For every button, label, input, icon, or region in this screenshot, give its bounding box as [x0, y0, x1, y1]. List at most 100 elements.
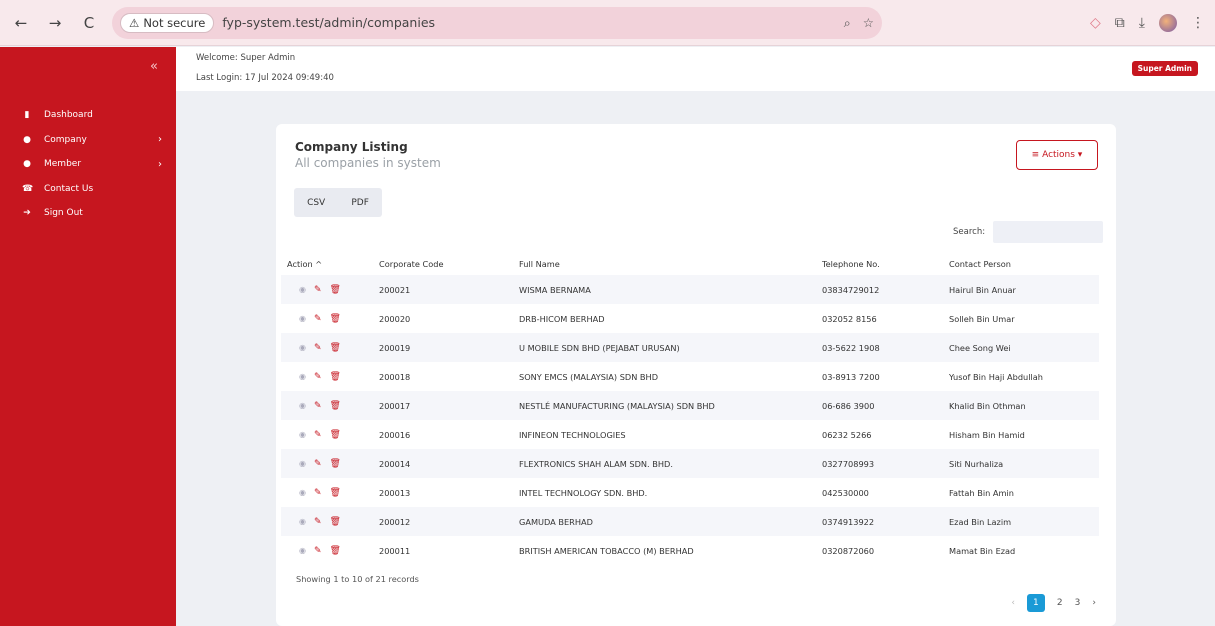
delete-icon[interactable]: 🗑 [330, 430, 341, 440]
full-name-cell: DRB-HICOM BERHAD [519, 313, 605, 324]
zoom-icon[interactable]: ⌕ [844, 15, 851, 31]
back-button[interactable]: ← [10, 12, 32, 34]
column-header-full-name[interactable]: Full Name [519, 252, 822, 275]
edit-icon[interactable]: ✎ [314, 517, 322, 527]
contact-person-cell: Siti Nurhaliza [949, 458, 1004, 469]
sidebar-item-company[interactable]: ● Company › [0, 128, 176, 153]
telephone-cell: 0320872060 [822, 545, 875, 556]
page-button-3[interactable]: 3 [1075, 598, 1081, 608]
view-icon[interactable]: ◉ [299, 343, 306, 352]
delete-icon[interactable]: 🗑 [330, 285, 341, 295]
corporate-code-cell: 200018 [379, 371, 411, 382]
delete-icon[interactable]: 🗑 [330, 314, 341, 324]
view-icon[interactable]: ◉ [299, 459, 306, 468]
full-name-cell: FLEXTRONICS SHAH ALAM SDN. BHD. [519, 458, 673, 469]
row-actions: ◉ ✎ 🗑 [281, 362, 379, 391]
download-icon[interactable]: ⤓ [1139, 15, 1145, 31]
sidebar: « ▮ Dashboard ● Company › ● Member › ☎ C… [0, 47, 176, 626]
edit-icon[interactable]: ✎ [314, 459, 322, 469]
sidebar-item-dashboard[interactable]: ▮ Dashboard [0, 103, 176, 128]
delete-icon[interactable]: 🗑 [330, 401, 341, 411]
full-name-cell: INTEL TECHNOLOGY SDN. BHD. [519, 487, 648, 498]
chevron-right-icon: › [158, 134, 162, 146]
corporate-code-cell: 200011 [379, 545, 411, 556]
extensions-puzzle-icon[interactable]: ⧉ [1115, 15, 1125, 31]
users-icon: ● [23, 134, 31, 145]
extension-diamond-icon[interactable]: ◇ [1090, 15, 1101, 31]
view-icon[interactable]: ◉ [299, 372, 306, 381]
reload-button[interactable]: C [78, 12, 100, 34]
telephone-cell: 0327708993 [822, 458, 875, 469]
pagination: ‹ 1 2 3 › [1011, 594, 1096, 612]
column-header-telephone[interactable]: Telephone No. [822, 252, 949, 275]
contact-person-cell: Yusof Bin Haji Abdullah [949, 371, 1043, 382]
view-icon[interactable]: ◉ [299, 285, 306, 294]
view-icon[interactable]: ◉ [299, 401, 306, 410]
delete-icon[interactable]: 🗑 [330, 488, 341, 498]
sidebar-item-sign-out[interactable]: ➔ Sign Out [0, 201, 176, 226]
edit-icon[interactable]: ✎ [314, 285, 322, 295]
sign-out-icon: ➔ [23, 208, 31, 219]
column-header-corporate-code[interactable]: Corporate Code [379, 252, 519, 275]
csv-export-button[interactable]: CSV [307, 198, 325, 208]
next-page-button[interactable]: › [1092, 598, 1096, 608]
prev-page-button[interactable]: ‹ [1011, 598, 1015, 608]
card-subtitle: All companies in system [295, 156, 441, 170]
delete-icon[interactable]: 🗑 [330, 517, 341, 527]
view-icon[interactable]: ◉ [299, 517, 306, 526]
telephone-cell: 06-686 3900 [822, 400, 875, 411]
not-secure-chip[interactable]: ⚠ Not secure [120, 12, 215, 33]
forward-button[interactable]: → [44, 12, 66, 34]
edit-icon[interactable]: ✎ [314, 430, 322, 440]
edit-icon[interactable]: ✎ [314, 314, 322, 324]
profile-avatar[interactable] [1159, 13, 1177, 32]
company-table: Action ^ Corporate Code Full Name Teleph… [281, 252, 1099, 565]
table-row: ◉ ✎ 🗑 200019 U MOBILE SDN BHD (PEJABAT URUSA… [281, 333, 1099, 362]
pdf-export-button[interactable]: PDF [351, 198, 369, 208]
last-login-text: Last Login: 17 Jul 2024 09:49:40 [196, 73, 334, 83]
row-actions: ◉ ✎ 🗑 [281, 420, 379, 449]
edit-icon[interactable]: ✎ [314, 343, 322, 353]
edit-icon[interactable]: ✎ [314, 488, 322, 498]
page-button-1[interactable]: 1 [1026, 594, 1045, 612]
edit-icon[interactable]: ✎ [314, 372, 322, 382]
delete-icon[interactable]: 🗑 [330, 459, 341, 469]
sidebar-item-contact-us[interactable]: ☎ Contact Us [0, 177, 176, 202]
corporate-code-cell: 200013 [379, 487, 411, 498]
table-info: Showing 1 to 10 of 21 records [296, 574, 419, 584]
view-icon[interactable]: ◉ [299, 314, 306, 323]
bookmark-star-icon[interactable]: ☆ [863, 15, 874, 31]
telephone-cell: 03-8913 7200 [822, 371, 880, 382]
row-actions: ◉ ✎ 🗑 [281, 304, 379, 333]
sidebar-item-member[interactable]: ● Member › [0, 152, 176, 177]
address-bar[interactable]: ⚠ Not secure fyp-system.test/admin/compa… [112, 6, 882, 39]
edit-icon[interactable]: ✎ [314, 546, 322, 556]
phone-icon: ☎ [22, 183, 34, 194]
welcome-text: Welcome: Super Admin [196, 53, 296, 63]
edit-icon[interactable]: ✎ [314, 401, 322, 411]
table-row: ◉ ✎ 🗑 200021 WISMA BERNAMA 03834729012 Hairul … [281, 275, 1099, 304]
view-icon[interactable]: ◉ [299, 546, 306, 555]
page-button-2[interactable]: 2 [1057, 598, 1063, 608]
full-name-cell: GAMUDA BERHAD [519, 516, 593, 527]
sidebar-item-label: Member [44, 159, 82, 170]
search-input[interactable] [993, 221, 1104, 243]
column-header-contact-person[interactable]: Contact Person [949, 252, 1099, 275]
collapse-sidebar-icon[interactable]: « [150, 59, 158, 74]
delete-icon[interactable]: 🗑 [330, 546, 341, 556]
delete-icon[interactable]: 🗑 [330, 372, 341, 382]
role-badge[interactable]: Super Admin [1131, 61, 1198, 76]
view-icon[interactable]: ◉ [299, 430, 306, 439]
telephone-cell: 032052 8156 [822, 313, 877, 324]
table-header-row: Action ^ Corporate Code Full Name Teleph… [281, 252, 1099, 275]
table-row: ◉ ✎ 🗑 200020 DRB-HICOM BERHAD 032052 8156 Soll… [281, 304, 1099, 333]
menu-kebab-icon[interactable]: ⋮ [1191, 15, 1205, 31]
full-name-cell: WISMA BERNAMA [519, 284, 591, 295]
column-header-action[interactable]: Action ^ [281, 252, 379, 275]
top-header: Welcome: Super Admin Last Login: 17 Jul … [176, 47, 1215, 91]
actions-dropdown-button[interactable]: ≡ Actions ▾ [1016, 140, 1098, 170]
telephone-cell: 0374913922 [822, 516, 875, 527]
contact-person-cell: Mamat Bin Ezad [949, 545, 1016, 556]
delete-icon[interactable]: 🗑 [330, 343, 341, 353]
view-icon[interactable]: ◉ [299, 488, 306, 497]
